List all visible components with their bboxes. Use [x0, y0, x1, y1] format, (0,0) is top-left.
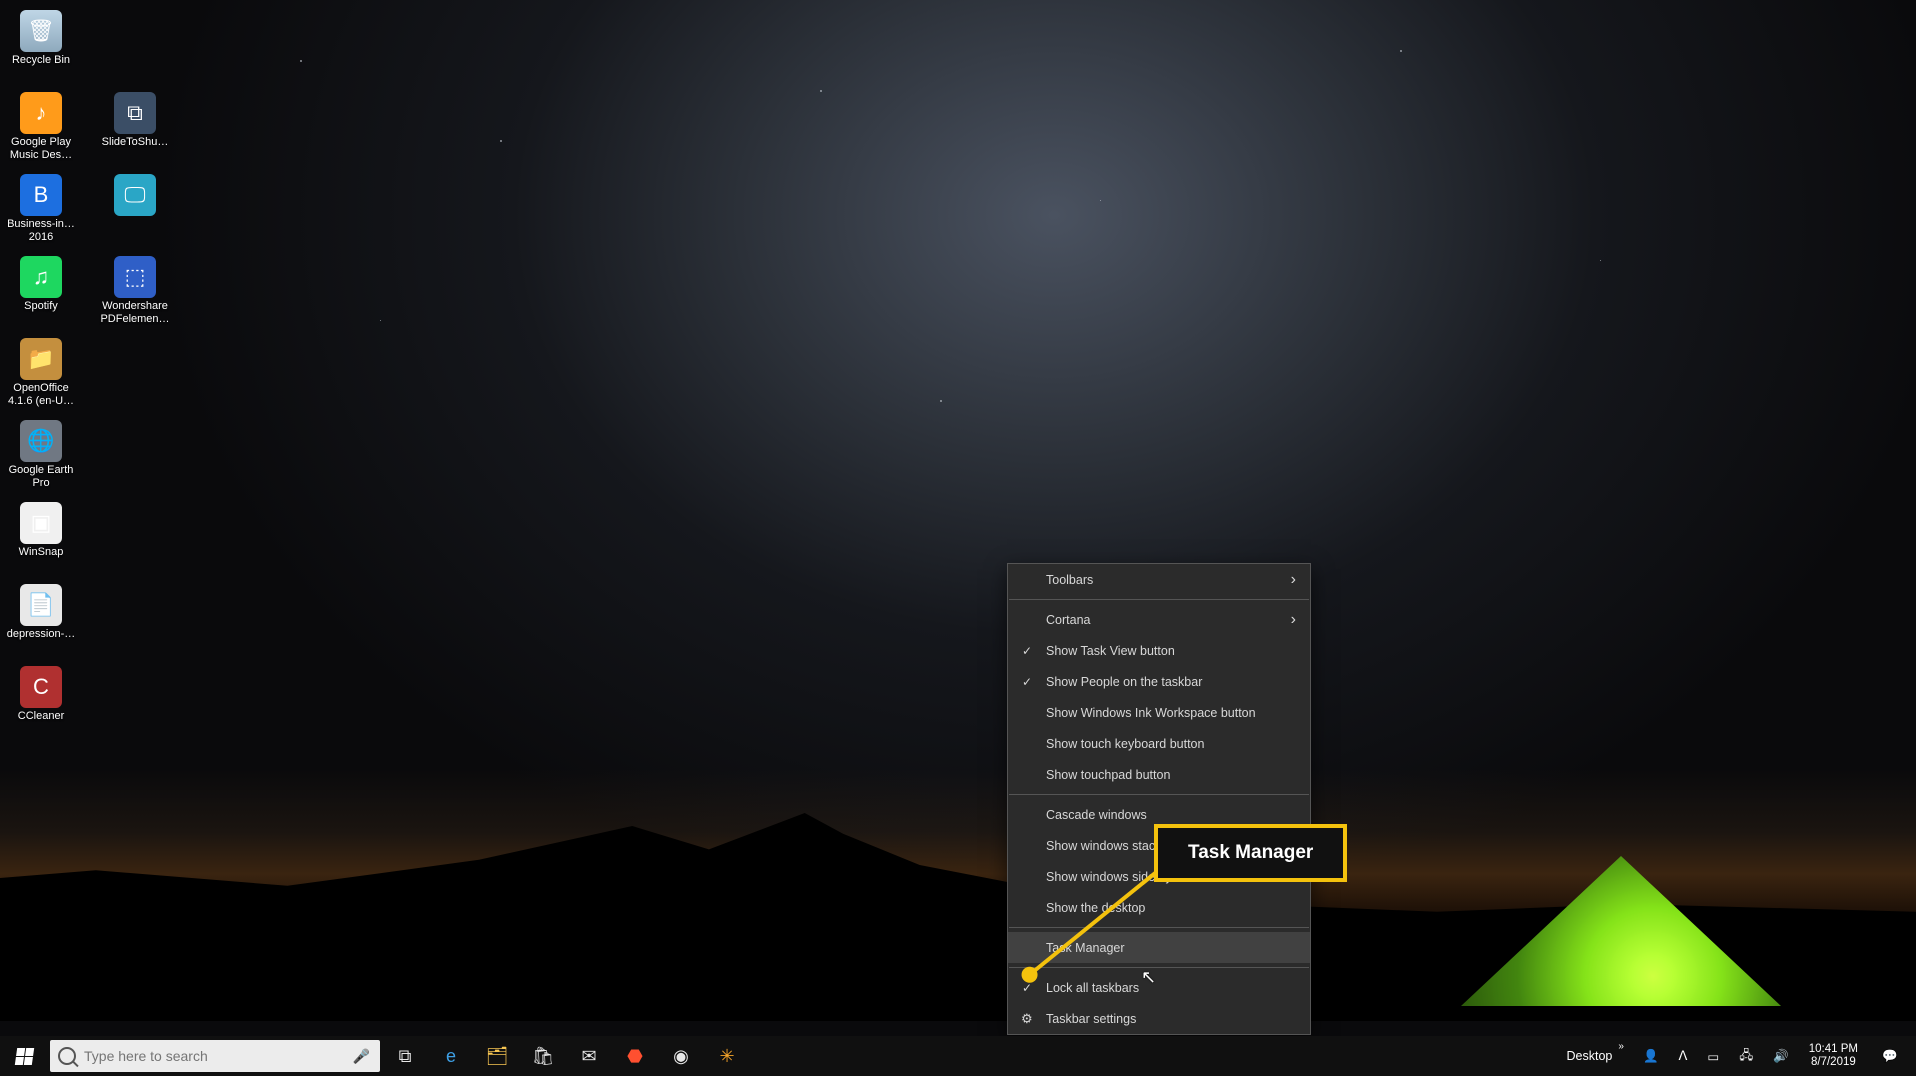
business-in-a-box-icon: B [20, 174, 62, 216]
taskbar-app-mail[interactable]: ✉ [566, 1036, 612, 1076]
clock-time: 10:41 PM [1809, 1043, 1858, 1056]
context-menu-separator [1009, 794, 1309, 795]
windows-logo-icon [14, 1048, 33, 1065]
task-view-button[interactable]: ⧉ [382, 1036, 428, 1076]
desktop-icon-spotify[interactable]: ♫ Spotify [4, 254, 78, 336]
annotation-callout-label: Task Manager [1154, 824, 1347, 882]
taskbar-app-misc[interactable]: ✳ [704, 1036, 750, 1076]
desktop-icon-label: Spotify [24, 300, 58, 313]
search-icon [58, 1047, 76, 1065]
control-panel-shortcut-icon: 🖵 [114, 174, 156, 216]
context-menu-item-toolbars[interactable]: Toolbars [1008, 564, 1310, 595]
desktop-icon-label: OpenOffice 4.1.6 (en-U… [5, 382, 77, 407]
system-tray: Desktop » 👤 ᐱ ▭ 🖧 🔊 10:41 PM 8/7/2019 💬 [1559, 1036, 1916, 1076]
context-menu-item-show-windows-ink-workspace-button[interactable]: Show Windows Ink Workspace button [1008, 697, 1310, 728]
context-menu-separator [1009, 599, 1309, 600]
desktop-icon-label: SlideToShu… [102, 136, 169, 149]
winsnap-icon: ▣ [20, 502, 62, 544]
spotify-icon: ♫ [20, 256, 62, 298]
openoffice-icon: 📁 [20, 338, 62, 380]
context-menu-item-show-touchpad-button[interactable]: Show touchpad button [1008, 759, 1310, 790]
cursor-icon: ↖ [1141, 967, 1156, 988]
network-icon[interactable]: 🖧 [1731, 1036, 1761, 1076]
context-menu-item-label: Lock all taskbars [1046, 981, 1139, 995]
ccleaner-icon: C [20, 666, 62, 708]
taskbar-app-edge[interactable]: e [428, 1036, 474, 1076]
taskbar-app-chrome[interactable]: ◉ [658, 1036, 704, 1076]
taskbar-app-brave[interactable]: ⬣ [612, 1036, 658, 1076]
desktop-icon-google-play-music[interactable]: ♪Google Play Music Des… [4, 90, 78, 172]
taskbar-app-store[interactable]: 🛍 [520, 1036, 566, 1076]
desktop-icon-control-panel-shortcut[interactable]: 🖵 [98, 172, 172, 254]
action-center-icon[interactable]: 💬 [1870, 1036, 1910, 1076]
context-menu-item-label: Cortana [1046, 613, 1090, 627]
desktop-icon-ccleaner[interactable]: C CCleaner [4, 664, 78, 746]
context-menu-item-taskbar-settings[interactable]: Taskbar settings [1008, 1003, 1310, 1034]
desktop-icon-slide-to-shutdown[interactable]: ⧉ SlideToShu… [98, 90, 172, 172]
toolbar-desktop-label[interactable]: Desktop » [1559, 1036, 1631, 1076]
google-play-music-icon: ♪ [20, 92, 62, 134]
context-menu-item-label: Show the desktop [1046, 901, 1145, 915]
context-menu-separator [1009, 927, 1309, 928]
desktop-icon-winsnap[interactable]: ▣ WinSnap [4, 500, 78, 582]
context-menu-separator [1009, 967, 1309, 968]
context-menu-item-task-manager[interactable]: Task Manager [1008, 932, 1310, 963]
context-menu-item-label: Toolbars [1046, 573, 1093, 587]
desktop-icon-grid: 🗑Recycle Bin♪Google Play Music Des…BBusi… [4, 8, 172, 746]
depression-doc-icon: 📄 [20, 584, 62, 626]
desktop-icon-label: WinSnap [19, 546, 64, 559]
taskbar-search[interactable]: 🎤 [50, 1040, 380, 1072]
context-menu-item-lock-all-taskbars[interactable]: Lock all taskbars [1008, 972, 1310, 1003]
taskbar-app-file-explorer[interactable]: 🗂 [474, 1036, 520, 1076]
context-menu-item-label: Cascade windows [1046, 808, 1147, 822]
volume-icon[interactable]: 🔊 [1765, 1036, 1797, 1076]
microphone-icon[interactable]: 🎤 [353, 1048, 370, 1065]
wondershare-pdf-icon: ⬚ [114, 256, 156, 298]
context-menu-item-label: Taskbar settings [1046, 1012, 1136, 1026]
desktop-icon-wondershare-pdf[interactable]: ⬚Wondershare PDFelemen… [98, 254, 172, 336]
desktop-icon-depression-doc[interactable]: 📄 depression-… [4, 582, 78, 664]
people-icon[interactable]: 👤 [1635, 1036, 1667, 1076]
desktop-icon-business-in-a-box[interactable]: BBusiness-in… 2016 [4, 172, 78, 254]
context-menu-item-label: Show touch keyboard button [1046, 737, 1204, 751]
desktop-icon-label: depression-… [7, 628, 75, 641]
tray-overflow-icon[interactable]: ᐱ [1671, 1036, 1696, 1076]
slide-to-shutdown-icon: ⧉ [114, 92, 156, 134]
search-input[interactable] [84, 1048, 353, 1064]
battery-icon[interactable]: ▭ [1699, 1036, 1727, 1076]
desktop-icon-label: Wondershare PDFelemen… [99, 300, 171, 325]
taskbar-clock[interactable]: 10:41 PM 8/7/2019 [1801, 1036, 1866, 1076]
desktop-icon-label: CCleaner [18, 710, 64, 723]
start-button[interactable] [0, 1036, 48, 1076]
context-menu-item-show-the-desktop[interactable]: Show the desktop [1008, 892, 1310, 923]
context-menu-item-label: Show Windows Ink Workspace button [1046, 706, 1256, 720]
clock-date: 8/7/2019 [1811, 1056, 1856, 1069]
taskbar-context-menu: Toolbars Cortana Show Task View button Show… [1007, 563, 1311, 1035]
desktop-icon-label: Google Play Music Des… [5, 136, 77, 161]
desktop-icon-recycle-bin[interactable]: 🗑 Recycle Bin [4, 8, 78, 90]
context-menu-item-show-people-on-the-taskbar[interactable]: Show People on the taskbar [1008, 666, 1310, 697]
desktop-icon-google-earth-pro[interactable]: 🌐Google Earth Pro [4, 418, 78, 500]
context-menu-item-cortana[interactable]: Cortana [1008, 604, 1310, 635]
context-menu-item-show-touch-keyboard-button[interactable]: Show touch keyboard button [1008, 728, 1310, 759]
desktop-icon-label: Business-in… 2016 [5, 218, 77, 243]
google-earth-pro-icon: 🌐 [20, 420, 62, 462]
desktop-icon-openoffice[interactable]: 📁OpenOffice 4.1.6 (en-U… [4, 336, 78, 418]
context-menu-item-label: Show Task View button [1046, 644, 1175, 658]
desktop-icon-label: Google Earth Pro [5, 464, 77, 489]
context-menu-item-label: Show touchpad button [1046, 768, 1170, 782]
context-menu-item-show-task-view-button[interactable]: Show Task View button [1008, 635, 1310, 666]
annotation-callout: Task Manager [1154, 824, 1347, 882]
recycle-bin-icon: 🗑 [20, 10, 62, 52]
context-menu-item-label: Show People on the taskbar [1046, 675, 1202, 689]
taskbar: 🎤 ⧉ e 🗂 🛍 ✉ ⬣ ◉ ✳ Desktop » 👤 ᐱ ▭ 🖧 🔊 10… [0, 1036, 1916, 1076]
desktop-icon-label: Recycle Bin [12, 54, 70, 67]
